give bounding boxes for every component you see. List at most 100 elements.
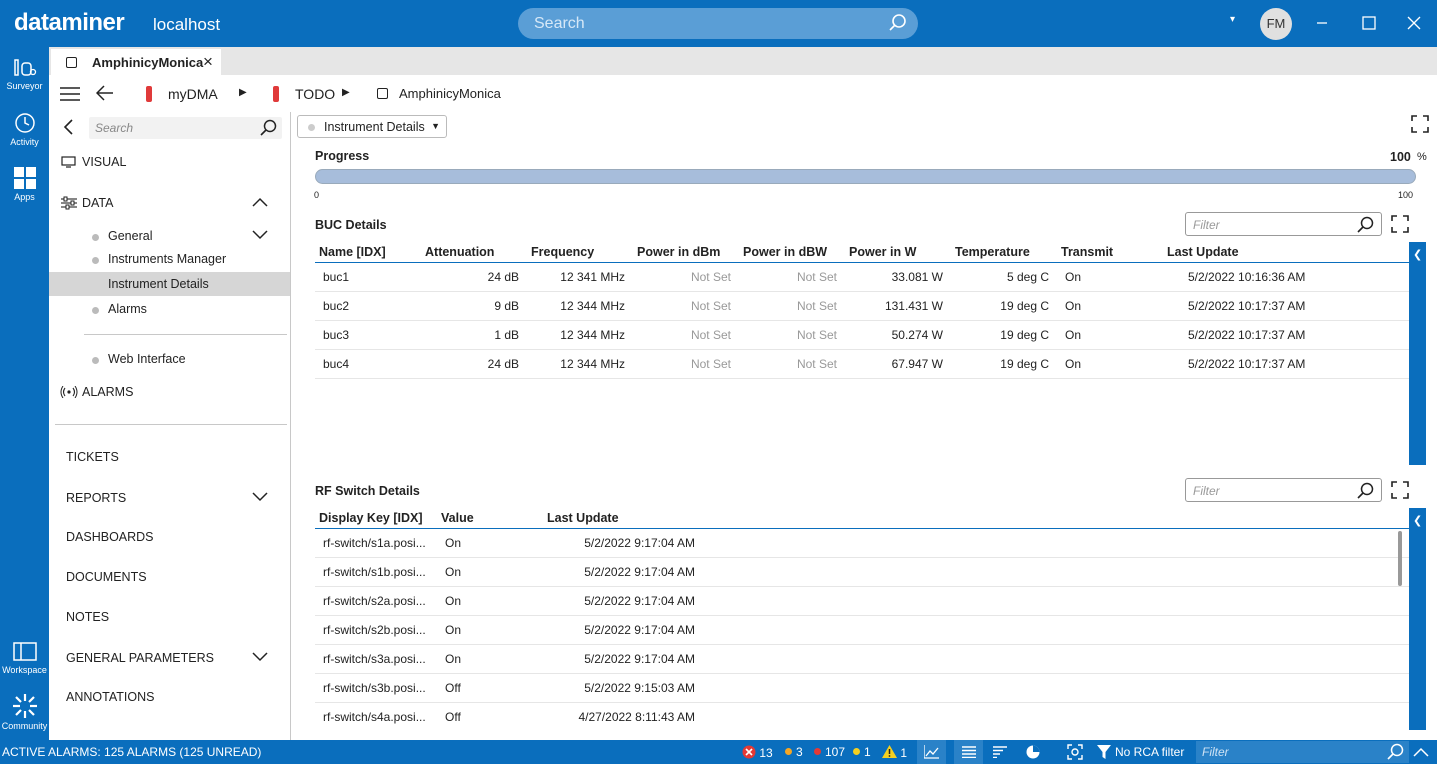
page-select[interactable]: Instrument Details ▼	[297, 115, 447, 138]
table-row[interactable]: rf-switch/s2b.posi... On 5/2/2022 9:17:04 …	[315, 615, 1409, 645]
rf-filter-input[interactable]: Filter	[1185, 478, 1382, 502]
table-row[interactable]: rf-switch/s1b.posi... On 5/2/2022 9:17:04 …	[315, 557, 1409, 587]
critical-alarm-count[interactable]: 13	[742, 745, 773, 760]
sidebar-item-label: Instrument Details	[108, 277, 209, 291]
sidebar-search-input[interactable]: Search	[89, 117, 282, 139]
side-panel-toggle[interactable]: ❮	[1409, 508, 1426, 730]
table-row[interactable]: buc4 24 dB 12 344 MHz Not Set Not Set 67…	[315, 349, 1409, 379]
rail-item-workspace[interactable]: Workspace	[0, 641, 49, 675]
fullscreen-icon[interactable]	[1391, 481, 1409, 499]
table-cell: On	[437, 557, 543, 587]
list-view-button[interactable]	[954, 740, 983, 764]
column-header[interactable]: Power in dBW	[739, 242, 845, 263]
major-alarm-count[interactable]: 3	[785, 745, 803, 759]
breadcrumb-arrow-icon[interactable]: ▶	[239, 87, 247, 98]
sidebar-subitem-general[interactable]: General	[49, 224, 290, 248]
notice-alarm-count[interactable]: 1	[882, 745, 907, 760]
table-row[interactable]: buc3 1 dB 12 344 MHz Not Set Not Set 50.…	[315, 320, 1409, 350]
tab-amphinicymonica[interactable]: AmphinicyMonica ×	[51, 49, 221, 75]
column-header[interactable]: Last Update	[543, 508, 703, 529]
table-row[interactable]: rf-switch/s2a.posi... On 5/2/2022 9:17:04 …	[315, 586, 1409, 616]
user-menu-chevron-icon[interactable]: ▾	[1230, 14, 1235, 25]
sidebar-item-notes[interactable]: NOTES	[49, 605, 290, 629]
warning-alarm-count[interactable]: 1	[853, 745, 871, 759]
table-row[interactable]: rf-switch/s1a.posi... On 5/2/2022 9:17:04 …	[315, 528, 1409, 558]
fullscreen-icon[interactable]	[1411, 115, 1429, 133]
status-dot-icon	[92, 257, 99, 264]
sidebar-item-alarms[interactable]: ALARMS	[49, 380, 290, 404]
table-cell-empty	[703, 586, 1409, 616]
column-header[interactable]: Temperature	[951, 242, 1057, 263]
search-icon[interactable]	[1387, 743, 1405, 761]
hamburger-menu-icon[interactable]	[60, 86, 80, 102]
column-header[interactable]: Value	[437, 508, 543, 529]
sidebar-item-data[interactable]: DATA	[49, 191, 290, 215]
sidebar-subitem-web-interface[interactable]: Web Interface	[49, 347, 290, 371]
rf-switch-details-title: RF Switch Details	[315, 484, 420, 498]
column-header[interactable]: Frequency	[527, 242, 633, 263]
rail-item-surveyor[interactable]: Surveyor	[0, 57, 49, 91]
table-cell: 5 deg C	[951, 262, 1057, 292]
table-row[interactable]: rf-switch/s3b.posi... Off 5/2/2022 9:15:03…	[315, 673, 1409, 703]
focus-icon[interactable]	[1067, 744, 1083, 760]
table-row[interactable]: rf-switch/s3a.posi... On 5/2/2022 9:17:04 …	[315, 644, 1409, 674]
search-icon[interactable]	[1357, 482, 1375, 503]
fullscreen-icon[interactable]	[1391, 215, 1409, 233]
search-icon[interactable]	[888, 13, 908, 36]
search-icon[interactable]	[260, 119, 278, 140]
sidebar-item-general-parameters[interactable]: GENERAL PARAMETERS	[49, 646, 290, 670]
chevron-up-icon[interactable]	[252, 195, 268, 209]
rail-item-apps[interactable]: Apps	[0, 166, 49, 202]
column-header[interactable]: Display Key [IDX]	[315, 508, 437, 529]
table-row[interactable]: rf-switch/s4a.posi... Off 4/27/2022 8:11:4…	[315, 702, 1409, 730]
sort-icon[interactable]	[993, 746, 1007, 758]
chevron-down-icon[interactable]	[252, 650, 268, 664]
close-icon[interactable]	[1401, 10, 1427, 36]
chevron-up-icon[interactable]	[1413, 747, 1429, 757]
chevron-down-icon[interactable]	[252, 490, 268, 504]
breadcrumb-arrow-icon[interactable]: ▶	[342, 87, 350, 98]
global-search-input[interactable]: Search	[518, 8, 918, 39]
sidebar-subitem-instruments-manager[interactable]: Instruments Manager	[49, 247, 290, 271]
trend-view-button[interactable]	[917, 740, 946, 764]
status-filter-input[interactable]: Filter	[1196, 741, 1409, 763]
active-alarms-summary[interactable]: ACTIVE ALARMS: 125 ALARMS (125 UNREAD)	[2, 745, 261, 759]
column-header[interactable]: Power in W	[845, 242, 951, 263]
side-panel-toggle[interactable]: ❮	[1409, 242, 1426, 465]
back-chevron-icon[interactable]	[63, 119, 75, 135]
breadcrumb-item-todo[interactable]: TODO	[295, 86, 335, 102]
table-cell: 9 dB	[421, 291, 527, 321]
sidebar-item-annotations[interactable]: ANNOTATIONS	[49, 685, 290, 709]
buc-filter-input[interactable]: Filter	[1185, 212, 1382, 236]
rca-filter-label[interactable]: No RCA filter	[1115, 745, 1184, 759]
sidebar-item-dashboards[interactable]: DASHBOARDS	[49, 525, 290, 549]
back-arrow-icon[interactable]	[96, 85, 114, 101]
column-header[interactable]: Attenuation	[421, 242, 527, 263]
minimize-icon[interactable]	[1309, 10, 1335, 36]
avatar[interactable]: FM	[1260, 8, 1292, 40]
breadcrumb-item-mydma[interactable]: myDMA	[168, 86, 218, 102]
column-header[interactable]: Name [IDX]	[315, 242, 421, 263]
sidebar-subitem-instrument-details[interactable]: Instrument Details	[49, 272, 290, 296]
sidebar-item-documents[interactable]: DOCUMENTS	[49, 565, 290, 589]
pie-chart-icon[interactable]	[1026, 745, 1040, 759]
column-header[interactable]: Power in dBm	[633, 242, 739, 263]
chevron-down-icon[interactable]	[252, 228, 268, 242]
sidebar-item-tickets[interactable]: TICKETS	[49, 445, 290, 469]
column-header[interactable]: Transmit	[1057, 242, 1163, 263]
breadcrumb-item-element[interactable]: AmphinicyMonica	[399, 86, 501, 101]
rail-item-community[interactable]: Community	[0, 693, 49, 731]
scrollbar-thumb[interactable]	[1398, 531, 1402, 586]
sidebar-item-reports[interactable]: REPORTS	[49, 486, 290, 510]
sidebar-item-visual[interactable]: VISUAL	[49, 150, 290, 174]
table-row[interactable]: buc1 24 dB 12 341 MHz Not Set Not Set 33…	[315, 262, 1409, 292]
sidebar-subitem-alarms[interactable]: Alarms	[49, 297, 290, 321]
rail-item-activity[interactable]: Activity	[0, 111, 49, 147]
search-icon[interactable]	[1357, 216, 1375, 237]
column-header[interactable]: Last Update	[1163, 242, 1409, 263]
filter-funnel-icon[interactable]	[1097, 745, 1111, 759]
close-tab-icon[interactable]: ×	[203, 52, 213, 72]
minor-alarm-count[interactable]: 107	[814, 745, 845, 759]
maximize-icon[interactable]	[1356, 10, 1382, 36]
table-row[interactable]: buc2 9 dB 12 344 MHz Not Set Not Set 131…	[315, 291, 1409, 321]
